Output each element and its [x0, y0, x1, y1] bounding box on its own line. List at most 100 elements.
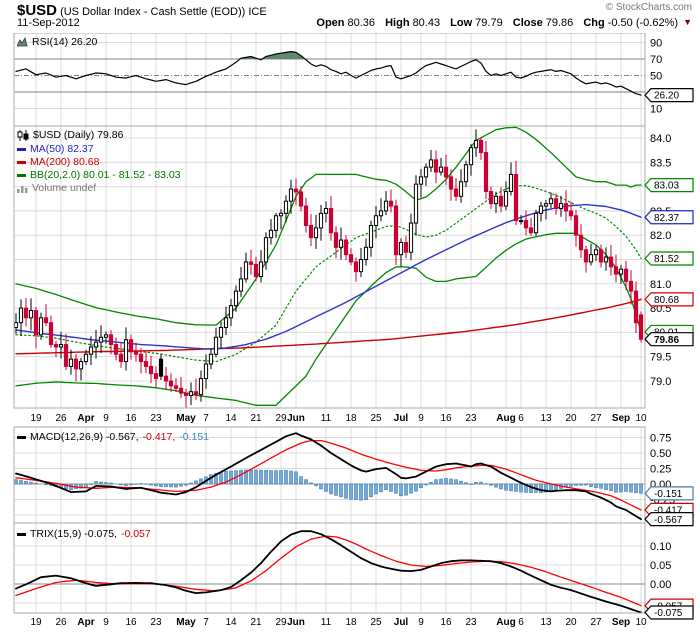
- svg-text:-0.567: -0.567: [654, 515, 683, 526]
- svg-text:79.0: 79.0: [650, 376, 671, 388]
- svg-text:10: 10: [635, 617, 647, 628]
- svg-text:Sep: Sep: [612, 617, 630, 628]
- svg-text:23: 23: [465, 617, 477, 628]
- svg-text:29: 29: [275, 413, 287, 424]
- ma50-line-icon: [17, 147, 26, 151]
- svg-text:Apr: Apr: [77, 413, 94, 424]
- svg-text:79.5: 79.5: [650, 352, 671, 364]
- svg-text:23: 23: [150, 413, 162, 424]
- stockcharts-page: { "header": { "symbol": "$USD", "title_r…: [0, 0, 700, 639]
- svg-text:20: 20: [565, 413, 577, 424]
- close-value: 79.86: [545, 17, 574, 29]
- rsi-indicator-icon: [17, 37, 28, 47]
- price-legend: $USD (Daily) 79.86: [17, 129, 123, 141]
- svg-text:14: 14: [225, 617, 237, 628]
- svg-text:10: 10: [635, 413, 647, 424]
- svg-text:18: 18: [345, 617, 357, 628]
- svg-text:26.20: 26.20: [654, 91, 679, 102]
- svg-text:16: 16: [125, 413, 137, 424]
- svg-text:19: 19: [30, 617, 42, 628]
- svg-text:26: 26: [55, 617, 67, 628]
- svg-text:50: 50: [650, 71, 662, 83]
- svg-text:90: 90: [650, 38, 662, 50]
- svg-text:May: May: [176, 617, 196, 628]
- volume-legend: Volume undef: [17, 182, 96, 194]
- svg-text:0.50: 0.50: [650, 448, 671, 460]
- chg-label: Chg: [583, 17, 605, 29]
- svg-text:0.00: 0.00: [650, 579, 671, 591]
- svg-text:0.05: 0.05: [650, 560, 671, 572]
- low-label: Low: [450, 17, 473, 29]
- ma200-legend: MA(200) 80.68: [17, 156, 99, 168]
- svg-text:May: May: [176, 413, 196, 424]
- svg-text:83.5: 83.5: [650, 157, 671, 169]
- quote-strip: Open 80.36 High 80.43 Low 79.79 Close 79.86 …: [309, 17, 692, 29]
- svg-text:11: 11: [321, 413, 332, 424]
- svg-text:80.68: 80.68: [654, 295, 679, 306]
- svg-text:82.0: 82.0: [650, 230, 671, 242]
- high-label: High: [385, 17, 410, 29]
- svg-text:Jun: Jun: [287, 413, 305, 424]
- svg-text:11: 11: [321, 617, 332, 628]
- high-value: 80.43: [412, 17, 441, 29]
- svg-text:81.0: 81.0: [650, 279, 671, 291]
- close-label: Close: [512, 17, 543, 29]
- svg-text:13: 13: [540, 413, 552, 424]
- svg-text:9: 9: [103, 617, 109, 628]
- svg-text:-0.075: -0.075: [654, 608, 683, 619]
- chart-date: 11-Sep-2012: [17, 17, 80, 29]
- svg-text:84.0: 84.0: [650, 133, 671, 145]
- svg-text:9: 9: [103, 413, 109, 424]
- svg-text:18: 18: [345, 413, 357, 424]
- open-value: 80.36: [347, 17, 376, 29]
- svg-text:20: 20: [565, 617, 577, 628]
- chart-canvas: 907050301026.2084.083.583.082.582.081.58…: [13, 32, 694, 628]
- change-down-arrow-icon: ▼: [683, 17, 692, 27]
- svg-text:23: 23: [465, 413, 477, 424]
- rsi-legend: RSI(14) 26.20: [17, 36, 97, 48]
- svg-text:0.75: 0.75: [650, 433, 671, 445]
- svg-text:79.86: 79.86: [654, 335, 679, 346]
- chg-value: -0.50 (-0.62%): [607, 17, 679, 29]
- svg-text:Jul: Jul: [394, 617, 409, 628]
- svg-text:Aug: Aug: [496, 617, 515, 628]
- svg-text:19: 19: [30, 413, 42, 424]
- macd-line-icon: [17, 435, 26, 439]
- svg-text:Jun: Jun: [287, 617, 305, 628]
- svg-text:9: 9: [418, 413, 424, 424]
- chart-header: $USD (US Dollar Index - Cash Settle (EOD…: [0, 0, 700, 33]
- svg-text:10: 10: [650, 104, 662, 116]
- info-row: 11-Sep-2012 Open 80.36 High 80.43 Low 79.79…: [17, 17, 692, 29]
- svg-text:82.37: 82.37: [654, 213, 679, 224]
- svg-text:7: 7: [203, 413, 209, 424]
- svg-text:Apr: Apr: [77, 617, 94, 628]
- svg-text:14: 14: [225, 413, 237, 424]
- svg-text:21: 21: [250, 617, 262, 628]
- svg-text:0.25: 0.25: [650, 464, 671, 476]
- svg-text:25: 25: [370, 413, 382, 424]
- svg-text:81.52: 81.52: [654, 254, 679, 265]
- svg-text:0.10: 0.10: [650, 541, 671, 553]
- svg-text:-0.151: -0.151: [654, 489, 683, 500]
- svg-text:29: 29: [275, 617, 287, 628]
- ma50-legend: MA(50) 82.37: [17, 143, 94, 155]
- low-value: 79.79: [475, 17, 503, 29]
- svg-text:16: 16: [125, 617, 137, 628]
- svg-text:27: 27: [590, 617, 602, 628]
- copyright-label: © StockCharts.com: [605, 2, 692, 13]
- ma200-line-icon: [17, 160, 26, 164]
- macd-legend: MACD(12,26,9) -0.567, -0.417, -0.151: [17, 431, 209, 443]
- svg-text:21: 21: [250, 413, 262, 424]
- svg-text:70: 70: [650, 54, 662, 66]
- svg-text:23: 23: [150, 617, 162, 628]
- svg-text:Aug: Aug: [496, 413, 515, 424]
- trix-legend: TRIX(15,9) -0.075, -0.057: [17, 528, 151, 540]
- svg-text:25: 25: [370, 617, 382, 628]
- svg-text:6: 6: [518, 413, 524, 424]
- bb-line-icon: [17, 173, 26, 177]
- volume-bars-icon: [17, 185, 28, 193]
- svg-text:16: 16: [440, 413, 452, 424]
- svg-text:Jul: Jul: [394, 413, 409, 424]
- svg-text:7: 7: [203, 617, 209, 628]
- svg-text:16: 16: [440, 617, 452, 628]
